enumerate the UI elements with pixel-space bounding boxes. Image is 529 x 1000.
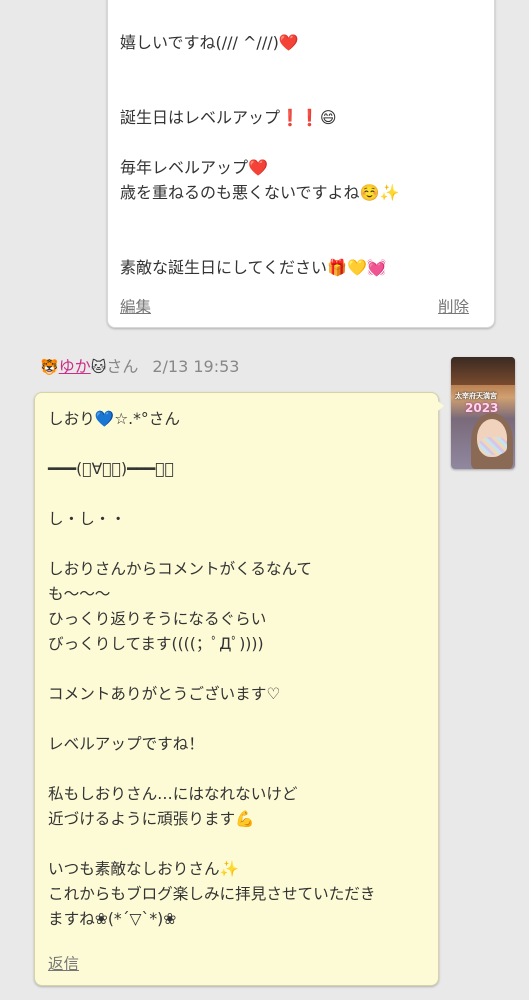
owner-reply-text: 嬉しいですね(/// ^///)❤️ 誕生日はレベルアップ❗️❗️😄 毎年レベル… xyxy=(120,33,400,277)
commenter-name-link[interactable]: ゆか xyxy=(59,357,91,376)
edit-link[interactable]: 編集 xyxy=(120,295,151,317)
avatar-caption: 太宰府天満宮 xyxy=(455,392,497,400)
avatar-mask xyxy=(479,437,507,455)
tiger-emoji-icon: 🐯 xyxy=(40,358,59,376)
comment-timestamp: 2/13 19:53 xyxy=(152,357,240,376)
commenter-avatar[interactable]: 太宰府天満宮 2023 xyxy=(451,357,515,469)
bubble-pointer xyxy=(434,398,444,414)
honorific: さん xyxy=(106,357,139,376)
comment-text: しおり💙☆.*°さん ━━━(ﾟ∀ﾟ；)━━━・・ し・し・・ しおりさんからコ… xyxy=(48,410,376,928)
avatar-shrine-roof xyxy=(451,357,515,385)
cat-emoji-icon: 🐱 xyxy=(90,358,107,376)
comment-header: 🐯ゆか🐱さん 2/13 19:53 xyxy=(40,356,239,378)
delete-link[interactable]: 削除 xyxy=(438,295,469,317)
reply-link[interactable]: 返信 xyxy=(48,952,79,974)
